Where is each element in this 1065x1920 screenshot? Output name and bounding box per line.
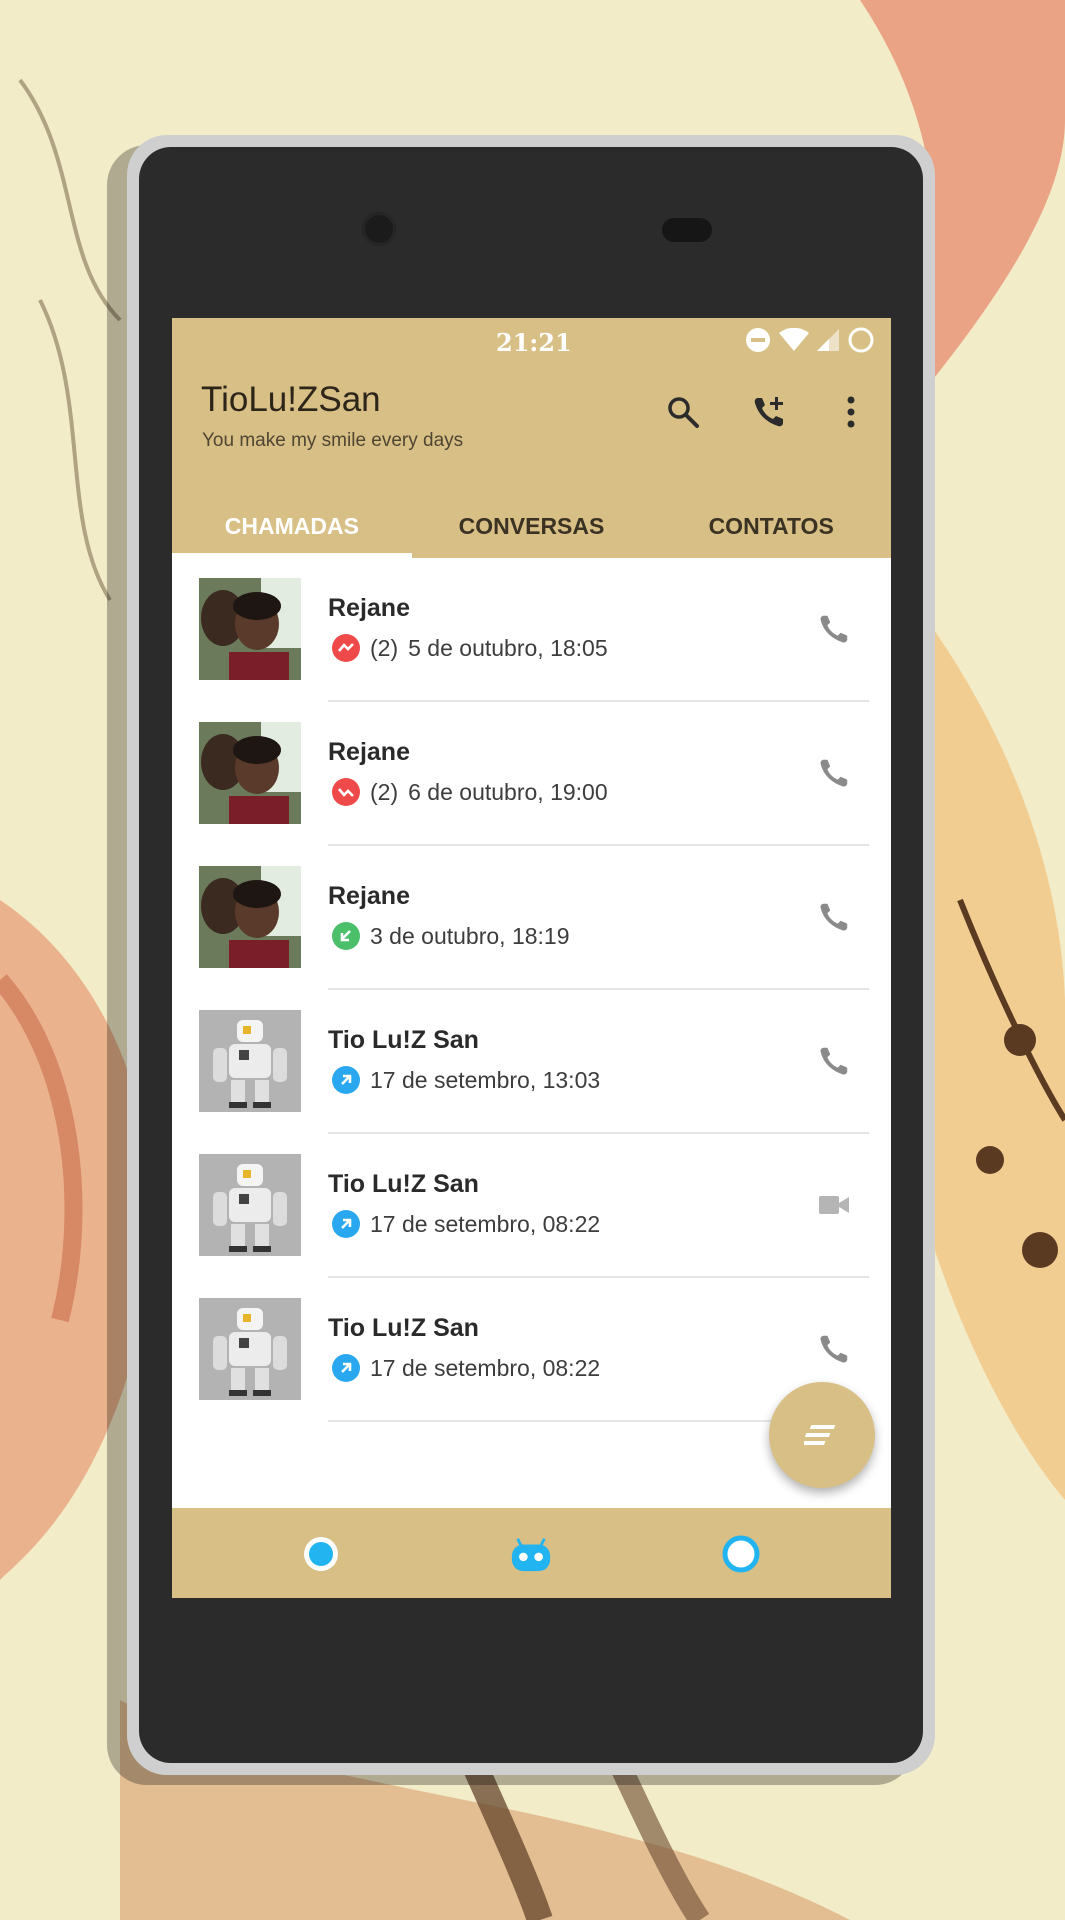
call-time: 6 de outubro, 19:00: [408, 778, 608, 805]
tab-contatos[interactable]: CONTATOS: [651, 494, 891, 558]
call-row[interactable]: Rejane 3 de outubro, 18:19: [172, 846, 891, 990]
nav-recents-button[interactable]: [720, 1533, 762, 1575]
status-time: 21:21: [496, 328, 572, 357]
contact-photo-icon: [199, 722, 301, 824]
avatar: [199, 1010, 301, 1112]
call-meta: 17 de setembro, 08:22: [332, 1210, 600, 1238]
recents-ring-icon: [722, 1535, 760, 1573]
avatar: [199, 722, 301, 824]
contact-name: Tio Lu!Z San: [328, 1314, 479, 1342]
earpiece-speaker: [662, 218, 712, 242]
avatar: [199, 578, 301, 680]
dnd-icon: [745, 327, 771, 358]
robot-avatar-icon: [199, 1298, 301, 1400]
nav-home-button[interactable]: [510, 1533, 552, 1575]
phone-icon: [820, 1335, 848, 1363]
missed-call-icon: [332, 634, 360, 662]
outgoing-call-icon: [332, 1354, 360, 1382]
contact-photo-icon: [199, 866, 301, 968]
front-camera: [362, 212, 396, 246]
system-nav-bar: [172, 1508, 891, 1598]
tab-bar: CHAMADAS CONVERSAS CONTATOS: [172, 494, 891, 558]
call-time: 5 de outubro, 18:05: [408, 634, 608, 661]
phone-screen: 21:21 TioLu!ZSan You make my smile every…: [172, 318, 891, 1598]
contact-name: Tio Lu!Z San: [328, 1026, 479, 1054]
search-button[interactable]: [661, 390, 705, 434]
robot-home-icon: [511, 1538, 551, 1572]
call-meta: (2) 6 de outubro, 19:00: [332, 778, 608, 806]
outgoing-call-icon: [332, 1066, 360, 1094]
tab-conversas[interactable]: CONVERSAS: [412, 494, 652, 558]
contact-name: Tio Lu!Z San: [328, 1170, 479, 1198]
call-back-button[interactable]: [809, 1036, 859, 1086]
avatar: [199, 1298, 301, 1400]
call-back-button[interactable]: [809, 604, 859, 654]
call-meta: 17 de setembro, 13:03: [332, 1066, 600, 1094]
call-meta: 17 de setembro, 08:22: [332, 1354, 600, 1382]
video-call-button[interactable]: [809, 1180, 859, 1230]
call-back-button[interactable]: [809, 892, 859, 942]
status-icons: [745, 326, 875, 359]
contact-photo-icon: [199, 578, 301, 680]
videocam-icon: [819, 1196, 849, 1214]
contact-name: Rejane: [328, 738, 410, 766]
app-bar: 21:21 TioLu!ZSan You make my smile every…: [172, 318, 891, 558]
nav-back-button[interactable]: [300, 1533, 342, 1575]
phone-icon: [820, 1047, 848, 1075]
call-row[interactable]: Rejane (2) 6 de outubro, 19:00: [172, 702, 891, 846]
call-row[interactable]: Rejane (2) 5 de outubro, 18:05: [172, 558, 891, 702]
dialpad-lines-icon: [804, 1425, 836, 1445]
phone-icon: [820, 615, 848, 643]
add-call-icon: [754, 397, 783, 427]
page-title: TioLu!ZSan: [201, 380, 381, 419]
avatar: [199, 1154, 301, 1256]
call-row[interactable]: Tio Lu!Z San 17 de setembro, 13:03: [172, 990, 891, 1134]
call-time: 3 de outubro, 18:19: [370, 922, 570, 949]
phone-icon: [820, 759, 848, 787]
avatar: [199, 866, 301, 968]
contact-name: Rejane: [328, 594, 410, 622]
call-meta: 3 de outubro, 18:19: [332, 922, 570, 950]
call-time: 17 de setembro, 08:22: [370, 1354, 601, 1381]
call-row[interactable]: Tio Lu!Z San 17 de setembro, 08:22: [172, 1134, 891, 1278]
robot-avatar-icon: [199, 1154, 301, 1256]
call-time: 17 de setembro, 13:03: [370, 1066, 601, 1093]
back-dot-icon: [304, 1537, 338, 1571]
search-icon: [668, 397, 699, 428]
tab-chamadas[interactable]: CHAMADAS: [172, 494, 412, 558]
call-back-button[interactable]: [809, 1324, 859, 1374]
more-options-button[interactable]: [829, 390, 873, 434]
wifi-icon: [779, 327, 809, 357]
contact-name: Rejane: [328, 882, 410, 910]
signal-icon: [817, 328, 839, 356]
call-meta: (2) 5 de outubro, 18:05: [332, 634, 608, 662]
more-vert-icon: [847, 396, 855, 428]
dialpad-fab-button[interactable]: [769, 1382, 875, 1488]
phone-icon: [820, 903, 848, 931]
call-count: (2): [370, 778, 399, 805]
missed-call-icon: [332, 778, 360, 806]
robot-avatar-icon: [199, 1010, 301, 1112]
call-list: Rejane (2) 5 de outubro, 18:05 Rejane (2…: [172, 558, 891, 1422]
call-count: (2): [370, 634, 399, 661]
call-time: 17 de setembro, 08:22: [370, 1210, 601, 1237]
outgoing-call-icon: [332, 1210, 360, 1238]
call-back-button[interactable]: [809, 748, 859, 798]
received-call-icon: [332, 922, 360, 950]
add-call-button[interactable]: [747, 390, 791, 434]
page-subtitle: You make my smile every days: [202, 430, 464, 451]
battery-icon: [847, 326, 875, 359]
